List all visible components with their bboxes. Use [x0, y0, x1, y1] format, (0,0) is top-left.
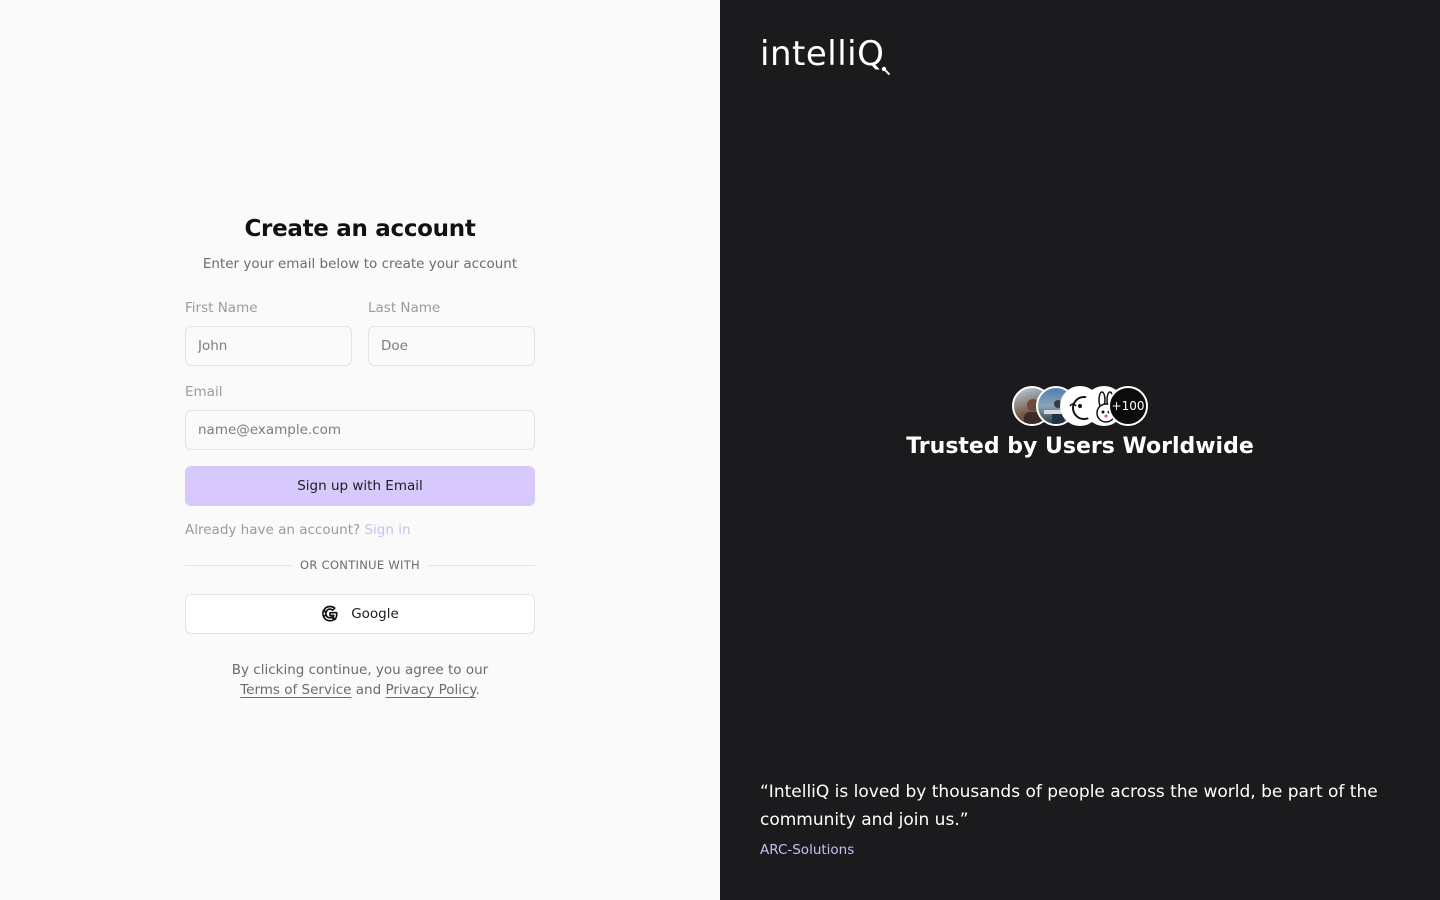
terms-link[interactable]: Terms of Service [240, 682, 351, 698]
legal-and: and [355, 682, 382, 698]
email-label: Email [185, 384, 223, 400]
last-name-label: Last Name [368, 300, 441, 316]
signup-panel: Create an account Enter your email below… [0, 0, 720, 900]
page-subtitle: Enter your email below to create your ac… [202, 256, 518, 272]
testimonial-author: ARC-Solutions [760, 842, 855, 858]
first-name-label: First Name [185, 300, 258, 316]
email-group: Email [185, 382, 535, 450]
legal-prefix: By clicking continue, you agree to our [231, 662, 489, 678]
divider-line-right [428, 564, 536, 566]
avatar-more-count: +100 [1108, 386, 1148, 426]
divider-text: OR CONTINUE WITH [300, 558, 420, 572]
legal-text: By clicking continue, you agree to our T… [185, 660, 535, 700]
signup-form: Create an account Enter your email below… [185, 216, 536, 700]
privacy-link[interactable]: Privacy Policy [385, 682, 475, 698]
legal-suffix: . [475, 682, 480, 698]
google-label: Google [351, 606, 399, 622]
social-proof: +100 Trusted by Users Worldwide [720, 386, 1440, 459]
divider-line-left [185, 564, 293, 566]
signin-prompt: Already have an account? Sign in [185, 520, 535, 540]
testimonial: “IntelliQ is loved by thousands of peopl… [760, 778, 1400, 858]
trusted-heading: Trusted by Users Worldwide [906, 434, 1254, 459]
logo-text: intelliQ [760, 34, 885, 74]
email-input[interactable] [185, 410, 535, 450]
google-icon [322, 605, 338, 622]
brand-panel: intelliQ +100 Trusted by Users Worldwide… [720, 0, 1440, 900]
testimonial-quote: “IntelliQ is loved by thousands of peopl… [760, 782, 1378, 830]
or-divider: OR CONTINUE WITH [185, 558, 536, 572]
avatar-stack: +100 [720, 386, 1440, 426]
magnifier-icon [882, 66, 891, 76]
last-name-input[interactable] [368, 326, 535, 366]
brand-logo: intelliQ [760, 34, 891, 76]
name-row: First Name Last Name [185, 298, 535, 366]
last-name-group: Last Name [368, 298, 535, 366]
have-account-text: Already have an account? [185, 522, 361, 538]
first-name-input[interactable] [185, 326, 352, 366]
page-title: Create an account [244, 216, 476, 242]
signup-email-button[interactable]: Sign up with Email [185, 466, 535, 506]
google-signin-button[interactable]: Google [185, 594, 535, 634]
signin-link[interactable]: Sign in [364, 522, 410, 538]
first-name-group: First Name [185, 298, 352, 366]
